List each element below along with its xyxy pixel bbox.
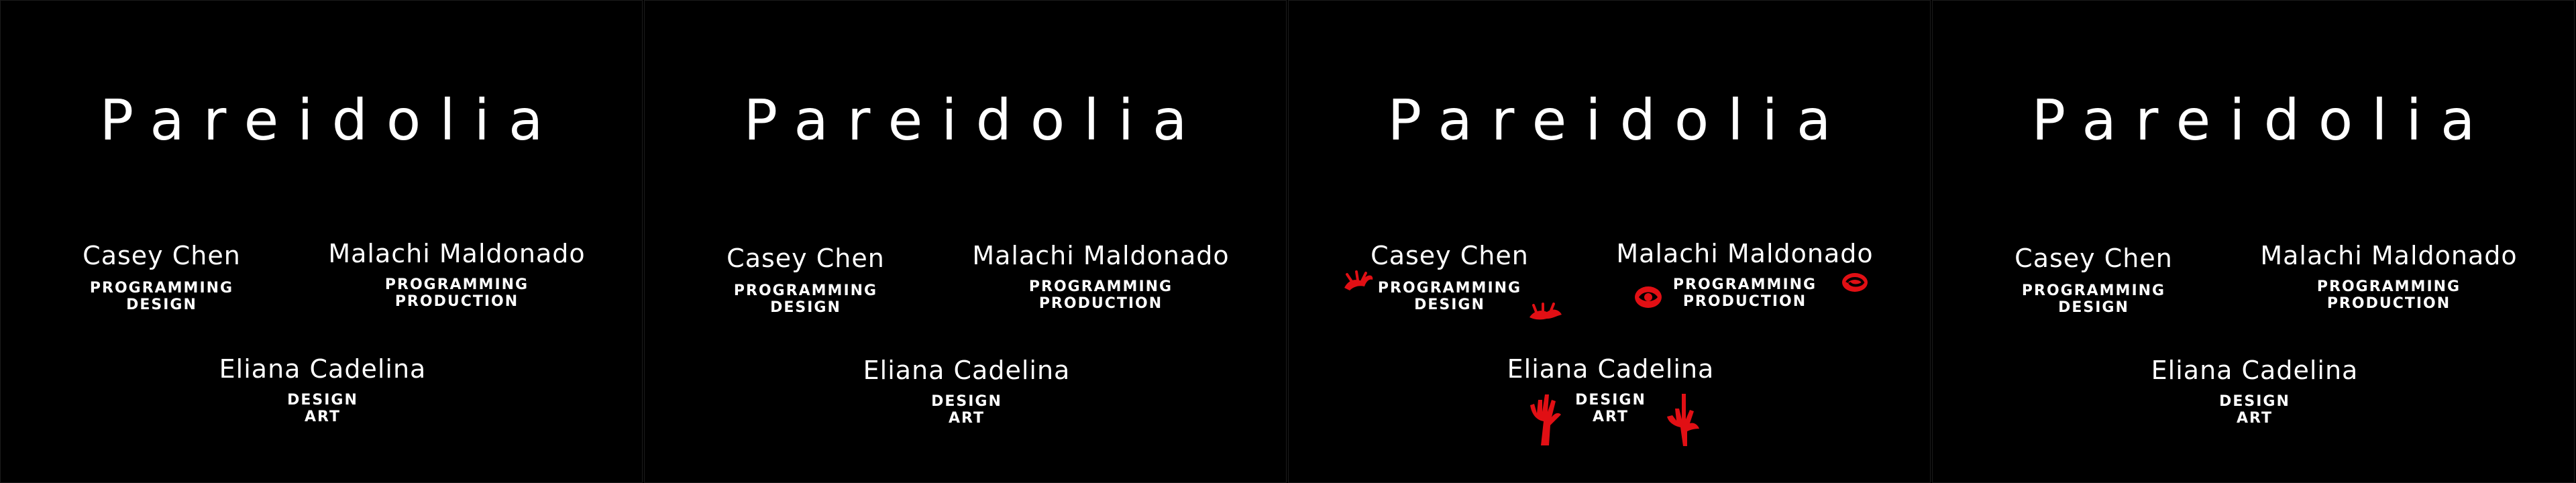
credit-role: ART: [305, 409, 341, 426]
red-eye-icon: [1635, 286, 1662, 308]
credit-role: DESIGN: [1575, 391, 1646, 409]
game-title: Pareidolia: [99, 87, 562, 153]
credit-role: PROGRAMMING: [733, 282, 878, 299]
credit-role: PRODUCTION: [394, 293, 519, 311]
credit-role: PROGRAMMING: [89, 279, 234, 297]
credit-role: DESIGN: [287, 391, 358, 409]
credit-malachi: Malachi Maldonado PROGRAMMING PRODUCTION: [2228, 241, 2550, 313]
credits-screen-3: Pareidolia Casey Chen PROGRAMMING DESIGN…: [1288, 0, 1931, 483]
red-crawler-icon: [1344, 270, 1373, 290]
credit-name: Eliana Cadelina: [219, 354, 427, 384]
credit-casey: Casey Chen PROGRAMMING DESIGN: [1939, 244, 2248, 317]
credit-malachi: Malachi Maldonado PROGRAMMING PRODUCTION: [296, 239, 618, 311]
game-title: Pareidolia: [2031, 87, 2494, 153]
game-title: Pareidolia: [1387, 87, 1850, 153]
credit-name: Casey Chen: [1371, 241, 1529, 270]
credit-casey: Casey Chen PROGRAMMING DESIGN: [651, 244, 960, 317]
credit-role: PROGRAMMING: [1028, 278, 1173, 295]
credit-eliana: Eliana Cadelina DESIGN ART: [779, 356, 1155, 427]
credit-role: DESIGN: [931, 392, 1002, 410]
credit-name: Casey Chen: [2015, 244, 2173, 273]
credit-malachi: Malachi Maldonado PROGRAMMING PRODUCTION: [940, 241, 1262, 313]
credit-role: ART: [2237, 410, 2273, 427]
credit-role: DESIGN: [126, 297, 197, 314]
credit-name: Malachi Maldonado: [2260, 241, 2518, 270]
credit-name: Malachi Maldonado: [972, 241, 1230, 270]
credit-name: Eliana Cadelina: [1507, 354, 1715, 384]
credits-screen-2: Pareidolia Casey Chen PROGRAMMING DESIGN…: [644, 0, 1287, 483]
credit-name: Malachi Maldonado: [328, 239, 586, 268]
game-title: Pareidolia: [743, 87, 1206, 153]
credits-screen-4: Pareidolia Casey Chen PROGRAMMING DESIGN…: [1932, 0, 2575, 483]
credit-name: Eliana Cadelina: [863, 356, 1071, 385]
credit-role: PRODUCTION: [2326, 295, 2451, 313]
credit-role: PROGRAMMING: [384, 276, 529, 293]
red-creature-icon: [1529, 303, 1562, 320]
credit-eliana: Eliana Cadelina DESIGN ART: [135, 354, 511, 426]
credit-role: PROGRAMMING: [2021, 282, 2166, 299]
credits-screen-1: Pareidolia Casey Chen PROGRAMMING DESIGN…: [0, 0, 643, 483]
credit-name: Eliana Cadelina: [2151, 356, 2359, 385]
credit-role: PROGRAMMING: [2316, 278, 2461, 295]
credit-role: ART: [1593, 409, 1629, 426]
credit-role: ART: [949, 410, 985, 427]
red-hand-icon: [1530, 394, 1561, 445]
credit-eliana: Eliana Cadelina DESIGN ART: [1423, 354, 1799, 426]
red-claw-icon: [1667, 394, 1699, 446]
credit-name: Malachi Maldonado: [1616, 239, 1874, 268]
credit-casey: Casey Chen PROGRAMMING DESIGN: [7, 241, 316, 314]
credit-name: Casey Chen: [83, 241, 241, 270]
credit-role: DESIGN: [770, 299, 841, 317]
red-swirl-icon: [1842, 273, 1868, 292]
credit-role: DESIGN: [2219, 392, 2290, 410]
credit-eliana: Eliana Cadelina DESIGN ART: [2067, 356, 2443, 427]
credit-role: DESIGN: [2058, 299, 2129, 317]
credit-role: PRODUCTION: [1038, 295, 1163, 313]
credit-name: Casey Chen: [727, 244, 885, 273]
